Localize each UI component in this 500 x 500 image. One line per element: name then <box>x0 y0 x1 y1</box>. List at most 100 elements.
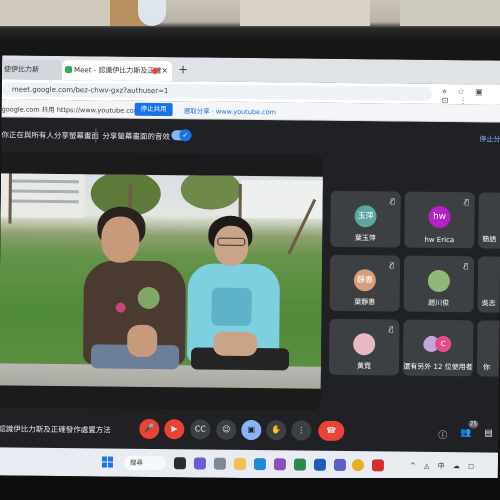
more-participants-tile[interactable]: C 還有另外 12 位使用者 <box>402 319 474 377</box>
participant-tile[interactable]: 🎙̸ 趙川俊 <box>403 255 475 313</box>
participant-tile[interactable]: 靜惠 🎙̸ 葉靜惠 <box>329 254 401 312</box>
mic-off-icon: 🎙̸ <box>390 197 395 206</box>
wall-left <box>0 0 110 26</box>
participant-name: 黃霓 <box>356 362 372 371</box>
emoji-button[interactable]: ☺ <box>216 419 237 440</box>
windows-taskbar: 搜尋 ^ ◬ 中 ☁ ◻ <box>0 447 499 481</box>
participant-tile[interactable]: 吳志 <box>477 256 500 314</box>
avatar: 靜惠 <box>353 269 376 292</box>
avatar: 玉萍 <box>354 205 377 228</box>
divider <box>95 128 97 143</box>
avatar: hw <box>428 205 451 229</box>
more-participants-label: 還有另外 12 位使用者 <box>403 362 473 372</box>
camera-off-button[interactable]: ▶ <box>164 419 185 440</box>
browser-tab-meet[interactable]: Meet - 認識伊比力斯及正確 × <box>61 60 173 82</box>
file-explorer-icon[interactable] <box>233 457 247 470</box>
excel-icon[interactable] <box>293 458 307 471</box>
participant-tile[interactable]: hw 🎙̸ hw Erica <box>404 191 475 249</box>
task-view-icon[interactable] <box>173 457 187 470</box>
participant-tile[interactable]: 玉萍 🎙̸ 葉玉萍 <box>330 190 401 248</box>
leave-call-button[interactable]: ☎ <box>318 420 345 441</box>
stacked-avatars: C <box>423 334 453 356</box>
stop-presenting-button[interactable]: 停止分 <box>479 134 500 144</box>
glasses <box>217 237 246 246</box>
more-options-button[interactable]: ⋮ <box>291 420 312 441</box>
start-tile <box>101 462 107 468</box>
powerpoint-icon[interactable] <box>371 459 385 472</box>
wall-right <box>240 0 370 26</box>
face <box>101 216 140 263</box>
search-label: 搜尋 <box>129 458 143 467</box>
share-audio-label: 分享螢幕畫面的音效 <box>102 131 170 142</box>
chrome-icon[interactable] <box>351 459 365 472</box>
participant-name: 簡語 <box>482 235 497 244</box>
start-tile <box>107 462 113 468</box>
avatar: C <box>435 335 452 353</box>
people-icon[interactable]: 👥 <box>460 428 471 438</box>
participant-name: 趙川俊 <box>428 298 450 308</box>
participant-name: hw Erica <box>424 235 455 245</box>
check-icon: ✓ <box>179 129 192 142</box>
windows-start-icon[interactable] <box>101 456 114 468</box>
switch-share-link[interactable]: 選取分享 · www.youtube.com <box>184 105 276 116</box>
teams-icon[interactable] <box>333 458 347 472</box>
new-tab-button[interactable]: + <box>178 61 188 77</box>
taskbar-search[interactable]: 搜尋 <box>123 455 167 471</box>
chat-icon[interactable]: ▤ <box>484 428 493 438</box>
info-icon[interactable]: ⓘ <box>438 428 447 441</box>
avatar <box>427 269 450 293</box>
present-button[interactable]: ▣ <box>241 419 262 441</box>
laptop-bezel <box>0 478 500 500</box>
stop-sharing-button[interactable]: 停止共用 <box>134 102 173 117</box>
participant-name: 葉靜惠 <box>354 298 376 307</box>
mic-off-icon: 🎙̸ <box>389 261 395 270</box>
tree-trunk <box>8 173 12 224</box>
presented-video <box>0 151 324 411</box>
mic-off-icon: 🎙̸ <box>464 198 469 207</box>
self-tile[interactable]: 你 <box>476 320 500 378</box>
mic-off-button[interactable]: 🎤 <box>139 418 160 440</box>
start-tile <box>107 456 114 462</box>
chat-app-icon[interactable] <box>193 457 207 470</box>
shirt-print <box>137 286 160 310</box>
tab-title: Meet - 認識伊比力斯及正確 <box>74 66 162 76</box>
presenting-notice: 你正在與所有人分享螢幕畫面 <box>1 130 99 141</box>
meet-header: 你正在與所有人分享螢幕畫面 分享螢幕畫面的音效 ✓ 停止分 <box>1 117 500 157</box>
person-in-background <box>138 0 166 26</box>
participant-tile[interactable]: 🎙̸ 黃霓 <box>328 318 400 376</box>
share-notice-text: google.com 共用 https://www.youtube.com. <box>1 105 143 115</box>
address-bar[interactable]: meet.google.com/bez-chwv-gxz?authuser=1 <box>1 82 432 101</box>
arm <box>213 331 258 357</box>
edge-browser-icon[interactable] <box>253 458 267 471</box>
participant-name: 你 <box>482 363 491 372</box>
video-frame <box>0 173 323 389</box>
meet-favicon-icon <box>65 66 73 74</box>
laptop-screen: 使伊比力斯 Meet - 認識伊比力斯及正確 × + meet.google.c… <box>0 55 500 481</box>
word-icon[interactable] <box>313 458 327 471</box>
store-icon[interactable] <box>273 458 287 471</box>
settings-icon[interactable] <box>213 457 227 470</box>
meet-control-bar: 認識伊比力斯及正確發作處置方法 🎤 ▶ CC ☺ ▣ ✋ ⋮ ☎ ⓘ 👥 25 … <box>0 411 499 451</box>
raise-hand-button[interactable]: ✋ <box>266 420 287 441</box>
start-tile <box>101 456 108 462</box>
participant-name: 葉玉萍 <box>354 234 376 243</box>
window-glare <box>400 0 500 26</box>
participant-tile[interactable]: 簡語 <box>478 192 500 250</box>
shirt-flower <box>115 302 126 313</box>
share-audio-toggle[interactable]: ✓ <box>171 129 192 142</box>
recording-dot-icon <box>152 67 159 75</box>
shirt-print <box>211 287 252 327</box>
browser-toolbar-icons[interactable]: ⋄ ☆ ▣ ⊡ ⋮ <box>442 87 500 106</box>
mic-off-icon: 🎙̸ <box>389 325 394 334</box>
tree <box>180 173 242 210</box>
system-tray[interactable]: ^ ◬ 中 ☁ ◻ <box>410 461 477 472</box>
mic-off-icon: 🎙̸ <box>463 262 469 271</box>
browser-tab[interactable]: 使伊比力斯 <box>0 59 63 81</box>
url-text: meet.google.com/bez-chwv-gxz?authuser=1 <box>11 85 169 96</box>
close-tab-icon[interactable]: × <box>161 61 168 81</box>
building-right <box>240 179 323 219</box>
tab-title: 使伊比力斯 <box>4 65 40 74</box>
participant-name: 吳志 <box>481 299 496 308</box>
captions-button[interactable]: CC <box>190 419 211 440</box>
arm <box>127 324 158 358</box>
